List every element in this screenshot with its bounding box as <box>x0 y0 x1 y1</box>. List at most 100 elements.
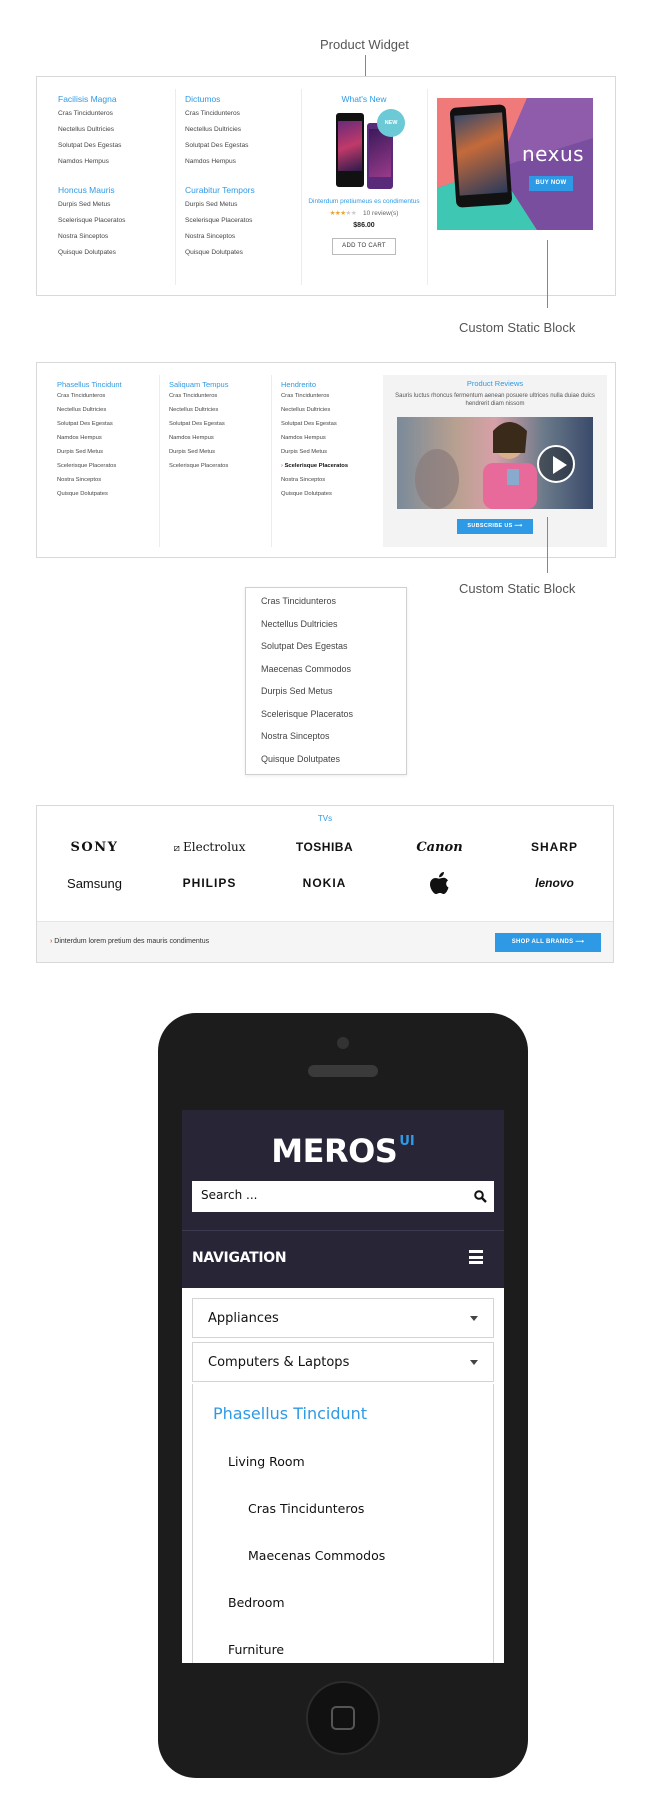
submenu-heading[interactable]: Phasellus Tincidunt <box>213 1404 367 1423</box>
menu-link[interactable]: Scelerisque Placeratos <box>185 217 295 233</box>
arrow-right-icon: ⟶ <box>575 939 585 945</box>
menu-link[interactable]: Cras Tincidunteros <box>185 110 295 126</box>
menu-link[interactable]: Quisque Dolutpates <box>185 249 295 265</box>
accordion-item-computers-laptops[interactable]: Computers & Laptops <box>192 1342 494 1382</box>
menu-link[interactable]: Quisque Dolutpates <box>57 491 157 505</box>
column-heading[interactable]: Phasellus Tincidunt <box>57 380 157 389</box>
column-list: Cras Tincidunteros Nectellus Dultricies … <box>185 110 295 174</box>
column-heading[interactable]: Facilisis Magna <box>58 94 168 104</box>
brand-logo-lenovo[interactable]: lenovo <box>497 876 612 890</box>
nexus-banner[interactable]: nexus BUY NOW <box>437 98 593 230</box>
menu-link[interactable]: Scelerisque Placeratos <box>58 217 168 233</box>
column-heading[interactable]: Dictumos <box>185 94 295 104</box>
menu-link[interactable]: Cras Tincidunteros <box>57 393 157 407</box>
menu-link[interactable]: Solutpat Des Egestas <box>281 421 381 435</box>
menu-link[interactable]: Solutpat Des Egestas <box>58 142 168 158</box>
menu-link[interactable]: Nostra Sinceptos <box>57 477 157 491</box>
menu-link[interactable]: Cras Tincidunteros <box>169 393 269 407</box>
play-icon[interactable] <box>537 445 575 483</box>
brands-footer-link[interactable]: › Dinterdum lorem pretium des mauris con… <box>50 938 209 945</box>
menu-link[interactable]: Namdos Hempus <box>58 158 168 174</box>
menu-link[interactable]: Nostra Sinceptos <box>185 233 295 249</box>
menu-link[interactable]: Scelerisque Placeratos <box>57 463 157 477</box>
dropdown-item[interactable]: Nectellus Dultricies <box>261 619 406 642</box>
submenu-item[interactable]: Maecenas Commodos <box>248 1548 385 1563</box>
menu-link[interactable]: Namdos Hempus <box>57 435 157 449</box>
brands-footer-text: Dinterdum lorem pretium des mauris condi… <box>54 938 210 945</box>
dropdown-item[interactable]: Quisque Dolutpates <box>261 754 406 777</box>
accordion-label: Computers & Laptops <box>208 1355 350 1370</box>
menu-hamburger-icon[interactable] <box>469 1250 483 1264</box>
brand-logo-sony[interactable]: SONY <box>37 840 152 855</box>
reviews-heading: Product Reviews <box>466 379 524 388</box>
menu-link[interactable]: Durpis Sed Metus <box>58 201 168 217</box>
search-input[interactable]: Search ... <box>192 1181 494 1212</box>
column-heading[interactable]: Hendrerito <box>281 380 381 389</box>
menu-link[interactable]: Scelerisque Placeratos <box>169 463 269 477</box>
menu-link[interactable]: Namdos Hempus <box>185 158 295 174</box>
column-list: Durpis Sed Metus Scelerisque Placeratos … <box>58 201 168 265</box>
column-divider <box>175 89 176 285</box>
menu-link[interactable]: Nectellus Dultricies <box>169 407 269 421</box>
menu-link[interactable]: Nostra Sinceptos <box>58 233 168 249</box>
menu-link[interactable]: Durpis Sed Metus <box>185 201 295 217</box>
menu-link[interactable]: Nectellus Dultricies <box>281 407 381 421</box>
column-heading[interactable]: Honcus Mauris <box>58 185 168 195</box>
menu-link[interactable]: Durpis Sed Metus <box>57 449 157 463</box>
submenu-item[interactable]: Living Room <box>228 1454 305 1469</box>
brand-logo-canon[interactable]: Canon <box>382 840 497 855</box>
menu-link[interactable]: Quisque Dolutpates <box>281 491 381 505</box>
brand-logo-electrolux[interactable]: ⧄ Electrolux <box>152 840 267 854</box>
menu-link[interactable]: Cras Tincidunteros <box>58 110 168 126</box>
apple-logo-icon[interactable] <box>430 872 450 896</box>
review-video[interactable] <box>397 417 593 509</box>
dropdown-item[interactable]: Maecenas Commodos <box>261 664 406 687</box>
menu-link[interactable]: Durpis Sed Metus <box>281 449 381 463</box>
buy-now-button[interactable]: BUY NOW <box>529 176 573 191</box>
review-count[interactable]: 10 review(s) <box>363 210 398 217</box>
column-heading[interactable]: Saliquam Tempus <box>169 380 269 389</box>
menu-link[interactable]: Quisque Dolutpates <box>58 249 168 265</box>
menu-link[interactable]: Nostra Sinceptos <box>281 477 381 491</box>
callout-line <box>547 517 548 573</box>
mobile-header: MEROS UI Search ... NAVIGATION <box>182 1110 504 1288</box>
brand-label: Electrolux <box>183 840 246 854</box>
menu-column-1: Facilisis Magna Cras Tincidunteros Necte… <box>58 94 168 265</box>
submenu-item[interactable]: Furniture <box>228 1642 284 1657</box>
dropdown-item[interactable]: Cras Tincidunteros <box>261 596 406 619</box>
brand-logo-toshiba[interactable]: TOSHIBA <box>267 840 382 854</box>
menu-link[interactable]: Nectellus Dultricies <box>58 126 168 142</box>
column-heading[interactable]: Curabitur Tempors <box>185 185 295 195</box>
shop-all-brands-button[interactable]: SHOP ALL BRANDS ⟶ <box>495 933 601 952</box>
submenu-item[interactable]: Cras Tincidunteros <box>248 1501 364 1516</box>
brand-logo-nokia[interactable]: NOKIA <box>267 876 382 890</box>
brand-logo-sharp[interactable]: SHARP <box>497 840 612 854</box>
dropdown-item[interactable]: Durpis Sed Metus <box>261 686 406 709</box>
brand-logo-samsung[interactable]: Samsung <box>37 876 152 891</box>
menu-link[interactable]: Namdos Hempus <box>281 435 381 449</box>
dropdown-item[interactable]: Nostra Sinceptos <box>261 731 406 754</box>
menu-link[interactable]: Nectellus Dultricies <box>185 126 295 142</box>
submenu-item[interactable]: Bedroom <box>228 1595 285 1610</box>
menu-link[interactable]: Namdos Hempus <box>169 435 269 449</box>
menu-link[interactable]: Cras Tincidunteros <box>281 393 381 407</box>
dropdown-item[interactable]: Scelerisque Placeratos <box>261 709 406 732</box>
product-name[interactable]: Dinterdum pretiumeus es condimentus <box>301 198 427 205</box>
menu-link[interactable]: Solutpat Des Egestas <box>169 421 269 435</box>
search-icon[interactable] <box>474 1190 487 1203</box>
menu-link[interactable]: Durpis Sed Metus <box>169 449 269 463</box>
phone-home-button[interactable] <box>306 1681 380 1755</box>
dropdown-item[interactable]: Solutpat Des Egestas <box>261 641 406 664</box>
product-image[interactable]: NEW <box>301 109 427 195</box>
menu-link[interactable]: Nectellus Dultricies <box>57 407 157 421</box>
accordion-item-appliances[interactable]: Appliances <box>192 1298 494 1338</box>
menu-link[interactable]: Solutpat Des Egestas <box>185 142 295 158</box>
menu-link[interactable]: Solutpat Des Egestas <box>57 421 157 435</box>
callout-product-widget: Product Widget <box>320 37 409 52</box>
menu-link-active[interactable]: › Scelerisque Placeratos <box>281 463 381 477</box>
meros-logo[interactable]: MEROS UI <box>182 1132 504 1170</box>
subscribe-button[interactable]: SUBSCRIBE US ⟶ <box>457 519 533 534</box>
navigation-label: NAVIGATION <box>192 1250 287 1266</box>
brand-logo-philips[interactable]: PHILIPS <box>152 876 267 890</box>
add-to-cart-button[interactable]: ADD TO CART <box>332 238 396 255</box>
